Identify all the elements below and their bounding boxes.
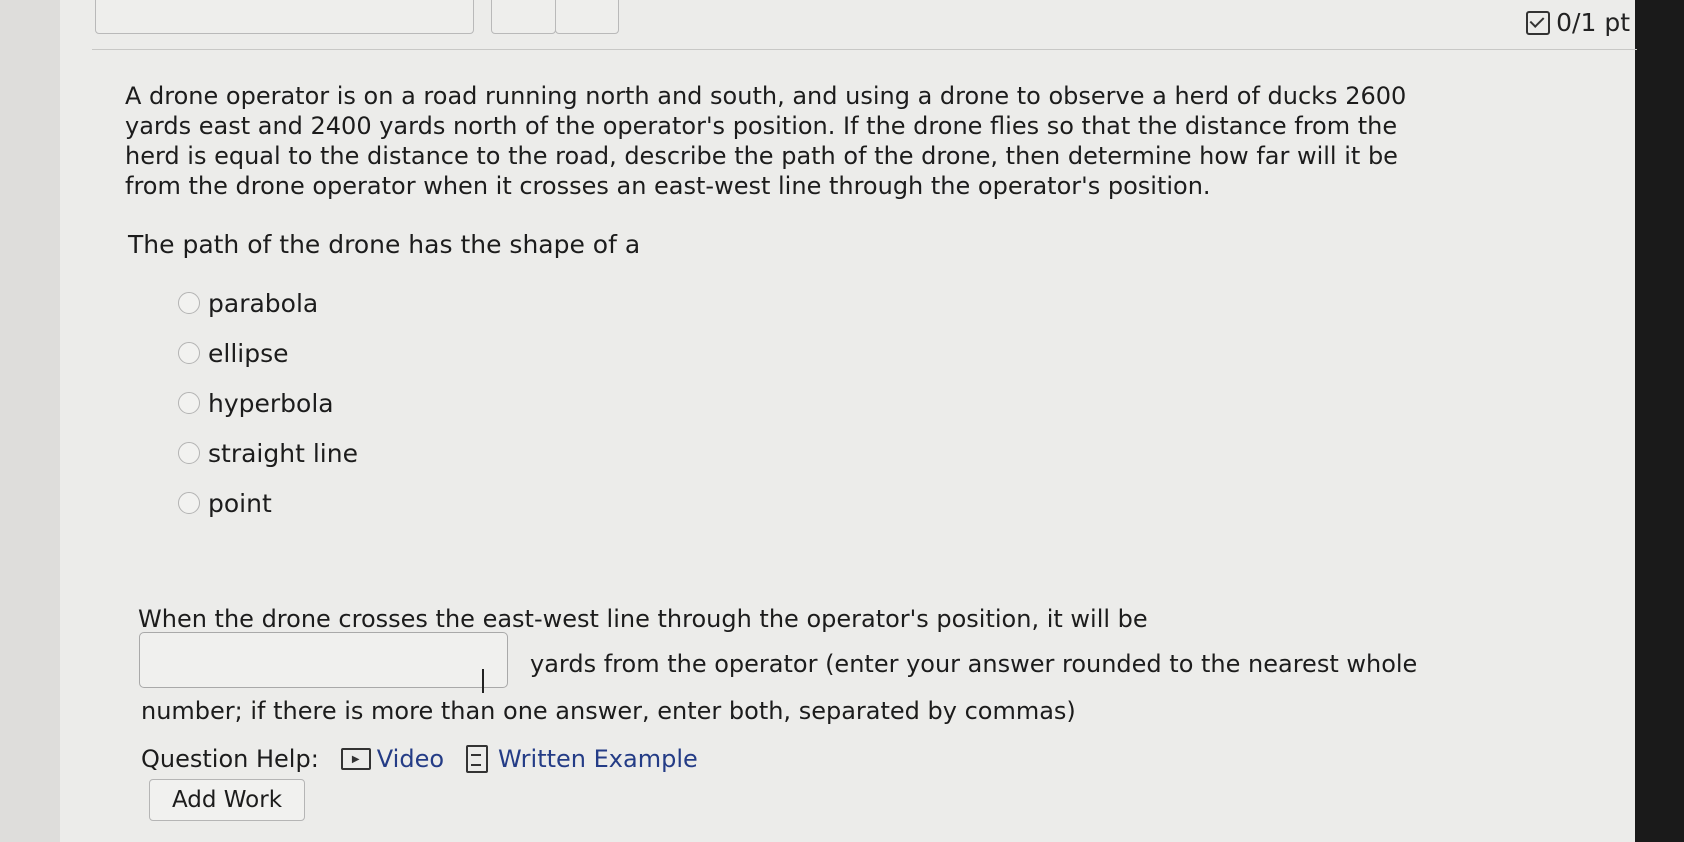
option-ellipse[interactable]: ellipse [178, 328, 358, 378]
question-text: A drone operator is on a road running no… [125, 82, 1407, 200]
prev-question-button[interactable] [491, 0, 556, 34]
header-divider [92, 49, 1637, 50]
option-hyperbola[interactable]: hyperbola [178, 378, 358, 428]
radio-button[interactable] [178, 492, 200, 514]
play-video-icon: ▶ [340, 748, 371, 770]
radio-button[interactable] [178, 292, 200, 314]
radio-button[interactable] [178, 442, 200, 464]
text-cursor-icon [482, 669, 484, 693]
document-icon [466, 745, 489, 773]
left-margin [0, 0, 60, 842]
score-display: 0/1 pt [1526, 8, 1630, 37]
written-example-link[interactable]: Written Example [466, 745, 698, 773]
option-parabola[interactable]: parabola [178, 278, 358, 328]
question-tab[interactable] [95, 0, 474, 34]
radio-button[interactable] [178, 342, 200, 364]
score-text: 0/1 pt [1556, 8, 1630, 37]
next-question-button[interactable] [555, 0, 619, 34]
answer-intro: When the drone crosses the east-west lin… [138, 605, 1148, 633]
answer-instructions: number; if there is more than one answer… [141, 697, 1076, 725]
distance-answer-input[interactable] [139, 632, 508, 688]
written-example-label: Written Example [498, 745, 698, 773]
option-point[interactable]: point [178, 478, 358, 528]
option-label: ellipse [208, 338, 289, 368]
add-work-button[interactable]: Add Work [149, 779, 305, 821]
option-label: hyperbola [208, 388, 334, 418]
question-help: Question Help: ▶ Video Written Example [141, 745, 698, 773]
window-edge [1635, 0, 1684, 842]
video-link-label: Video [376, 745, 445, 773]
radio-button[interactable] [178, 392, 200, 414]
option-label: straight line [208, 438, 358, 468]
answer-suffix: yards from the operator (enter your answ… [530, 650, 1418, 678]
option-label: point [208, 488, 272, 518]
help-label: Question Help: [141, 745, 319, 773]
video-link[interactable]: ▶ Video [340, 745, 445, 773]
answer-options: parabola ellipse hyperbola straight line… [178, 278, 358, 528]
shape-prompt: The path of the drone has the shape of a [128, 230, 641, 259]
checkbox-icon [1526, 10, 1551, 35]
option-straight-line[interactable]: straight line [178, 428, 358, 478]
option-label: parabola [208, 288, 319, 318]
